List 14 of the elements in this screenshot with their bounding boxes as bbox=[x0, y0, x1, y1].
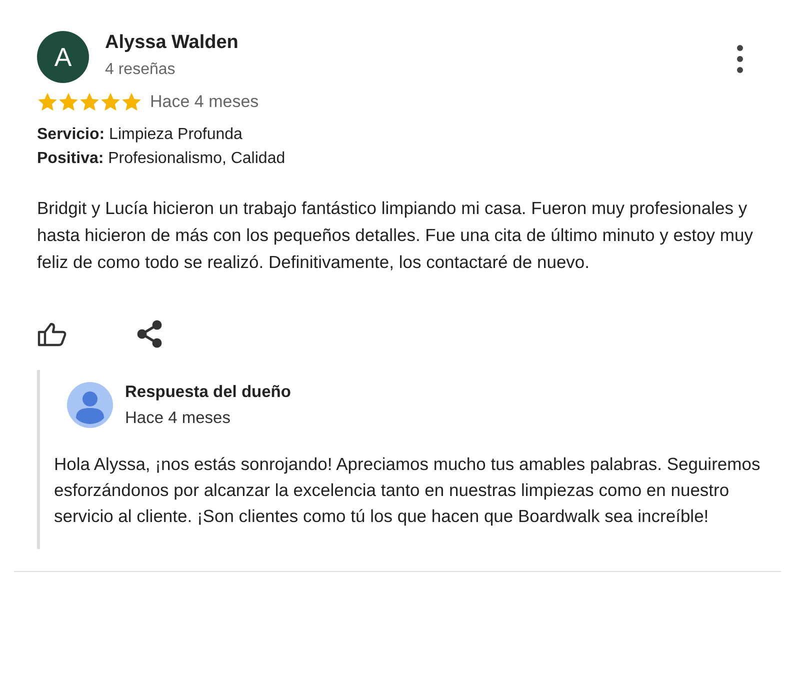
response-text: Hola Alyssa, ¡nos estás sonrojando! Apreciamos mucho tus amables palabras. Seguiremos esforzándonos por alcanzar la excelencia tanto en nuestras limpiezas como en nuestro servicio al cliente. ¡Son clientes como tú los que hacen que Boardwalk sea increíble! bbox=[54, 453, 762, 528]
thumbs-up-icon[interactable] bbox=[37, 320, 67, 346]
share-icon[interactable] bbox=[137, 320, 163, 348]
avatar: A bbox=[37, 31, 89, 83]
response-time: Hace 4 meses bbox=[125, 408, 232, 430]
review-detail: Servicio: Limpieza Profunda bbox=[37, 124, 244, 144]
review-time: Hace 4 meses bbox=[150, 91, 259, 113]
review-text: Bridgit y Lucía hicieron un trabajo fantástico limpiando mi casa. Fueron muy profesionales y hasta hicieron de más con los pequeños detalles. Fue una cita de último minuto y estoy muy feliz de como todo se realizó. Definitivamente, los contactaré de nuevo. bbox=[36, 196, 754, 274]
more-options-icon[interactable] bbox=[735, 43, 745, 75]
review-detail: Positiva: Profesionalismo, Calidad bbox=[37, 148, 286, 168]
author-name[interactable]: Alyssa Walden bbox=[105, 31, 238, 55]
user-avatar-icon bbox=[67, 382, 113, 428]
review-count: 4 reseñas bbox=[105, 60, 176, 80]
owner-response-title: Respuesta del dueño bbox=[125, 382, 291, 402]
